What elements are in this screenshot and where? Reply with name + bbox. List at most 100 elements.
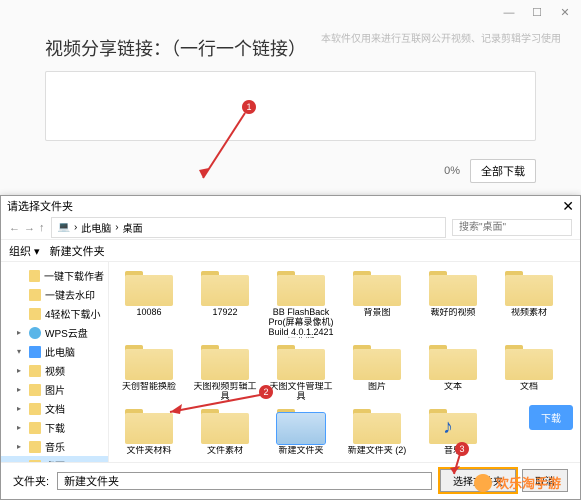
folder-icon	[277, 406, 325, 444]
folder-label: 天图文件管理工具	[267, 382, 335, 402]
sidebar-item[interactable]: 一键下载作者	[1, 266, 108, 285]
nav-up-icon[interactable]: ↑	[39, 222, 45, 234]
sidebar: 一键下载作者一键去水印 4轻松下载小 ▸WPS云盘▾此电脑▸视频▸图片▸文档▸下载▸…	[1, 262, 109, 462]
folder-item[interactable]: 17922	[191, 268, 259, 338]
folder-item[interactable]: 文档	[495, 342, 563, 402]
sidebar-item[interactable]: ▸视频	[1, 361, 108, 380]
sidebar-item[interactable]: ▸WPS云盘	[1, 323, 108, 342]
folder-icon	[505, 268, 553, 306]
folder-item[interactable]: BB FlashBack Pro(屏幕录像机) Build 4.0.1.2421…	[267, 268, 335, 338]
folder-item[interactable]: 天图文件管理工具	[267, 342, 335, 402]
links-textarea[interactable]	[45, 71, 536, 141]
folder-label: 文档	[520, 382, 538, 392]
folder-item[interactable]: 文件夹材料	[115, 406, 183, 456]
download-button[interactable]: 下载	[529, 405, 573, 430]
folder-item[interactable]: 天图视频剪辑工具	[191, 342, 259, 402]
sidebar-item[interactable]: ▸下载	[1, 418, 108, 437]
breadcrumb[interactable]: 💻 › 此电脑 › 桌面	[51, 217, 447, 238]
sidebar-label: 一键去水印	[45, 287, 95, 302]
folder-label: 文件素材	[207, 446, 243, 456]
folder-icon	[353, 406, 401, 444]
sidebar-item[interactable]: ▸音乐	[1, 437, 108, 456]
folder-label: 背景图	[363, 308, 390, 318]
folder-item[interactable]: 视频素材	[495, 268, 563, 338]
nav-fwd-icon[interactable]: →	[24, 222, 35, 234]
folder-icon	[505, 342, 553, 380]
folder-icon	[29, 422, 41, 434]
folder-icon	[29, 270, 40, 282]
sidebar-item[interactable]: ▸文档	[1, 399, 108, 418]
folder-label: 视频素材	[511, 308, 547, 318]
pc-icon	[29, 346, 41, 358]
header-note: 本软件仅用来进行互联网公开视频、记录剪辑学习使用	[321, 30, 561, 45]
organize-menu[interactable]: 组织 ▾	[9, 243, 40, 259]
sidebar-label: 文档	[45, 401, 65, 416]
folder-name-label: 文件夹:	[13, 473, 49, 489]
folder-item[interactable]: 10086	[115, 268, 183, 338]
folder-label: 文件夹材料	[126, 446, 171, 456]
folder-item[interactable]: 新建文件夹 (2)	[343, 406, 411, 456]
folder-name-input[interactable]	[57, 472, 432, 490]
folder-item[interactable]: 图片	[343, 342, 411, 402]
progress-text: 0%	[444, 165, 460, 177]
sidebar-label: 桌面	[45, 458, 65, 462]
folder-icon	[277, 268, 325, 306]
folder-icon	[29, 403, 41, 415]
folder-item[interactable]: 新建文件夹	[267, 406, 335, 456]
folder-item[interactable]: ♪音乐	[419, 406, 487, 456]
sidebar-item[interactable]: ▸图片	[1, 380, 108, 399]
folder-icon	[29, 365, 41, 377]
search-input[interactable]	[452, 219, 572, 236]
download-all-button[interactable]: 全部下载	[470, 159, 536, 183]
sidebar-label: 4轻松下载小	[45, 306, 101, 321]
folder-icon	[29, 384, 41, 396]
sidebar-item[interactable]: ▾此电脑	[1, 342, 108, 361]
new-folder-button[interactable]: 新建文件夹	[50, 243, 105, 259]
folder-icon: ♪	[429, 406, 477, 444]
folder-label: 图片	[368, 382, 386, 392]
sidebar-item[interactable]: 4轻松下载小	[1, 304, 108, 323]
dialog-title: 请选择文件夹	[7, 198, 73, 214]
folder-label: 裁好的视频	[430, 308, 475, 318]
titlebar: — ☐ ✕	[0, 0, 581, 25]
folder-item[interactable]: 文件素材	[191, 406, 259, 456]
folder-item[interactable]: 文本	[419, 342, 487, 402]
folder-label: 10086	[136, 308, 161, 318]
folder-icon	[125, 268, 173, 306]
minimize-icon[interactable]: —	[501, 5, 517, 21]
folder-icon	[201, 268, 249, 306]
main-window: — ☐ ✕ 本软件仅用来进行互联网公开视频、记录剪辑学习使用 视频分享链接：（一…	[0, 0, 581, 200]
folder-icon	[429, 268, 477, 306]
folder-label: 天创智能换脸	[122, 382, 176, 392]
folder-item[interactable]: 天创智能换脸	[115, 342, 183, 402]
sidebar-label: 音乐	[45, 439, 65, 454]
folder-icon	[201, 406, 249, 444]
sidebar-item[interactable]: 桌面	[1, 456, 108, 462]
sidebar-label: 视频	[45, 363, 65, 378]
pc-icon: 💻	[58, 222, 70, 233]
maximize-icon[interactable]: ☐	[529, 5, 545, 21]
folder-icon	[29, 289, 41, 301]
select-folder-button[interactable]: 选择文件夹	[440, 469, 516, 492]
folder-icon	[125, 406, 173, 444]
sidebar-label: WPS云盘	[45, 325, 88, 340]
folder-label: BB FlashBack Pro(屏幕录像机) Build 4.0.1.2421…	[267, 308, 335, 338]
folder-icon	[125, 342, 173, 380]
folder-icon	[353, 342, 401, 380]
close-icon[interactable]: ✕	[557, 5, 573, 21]
folder-icon	[353, 268, 401, 306]
cancel-button[interactable]: 取消	[522, 469, 568, 492]
folder-label: 新建文件夹	[278, 446, 323, 456]
folder-item[interactable]: 裁好的视频	[419, 268, 487, 338]
sidebar-label: 图片	[45, 382, 65, 397]
folder-icon	[277, 342, 325, 380]
folder-icon	[29, 460, 41, 463]
folder-label: 17922	[212, 308, 237, 318]
file-grid: 10086 17922 BB FlashBack Pro(屏幕录像机) Build …	[109, 262, 580, 462]
folder-icon	[429, 342, 477, 380]
folder-icon	[29, 308, 41, 320]
sidebar-item[interactable]: 一键去水印	[1, 285, 108, 304]
folder-item[interactable]: 背景图	[343, 268, 411, 338]
dialog-close-icon[interactable]: ✕	[562, 198, 574, 215]
nav-back-icon[interactable]: ←	[9, 222, 20, 234]
